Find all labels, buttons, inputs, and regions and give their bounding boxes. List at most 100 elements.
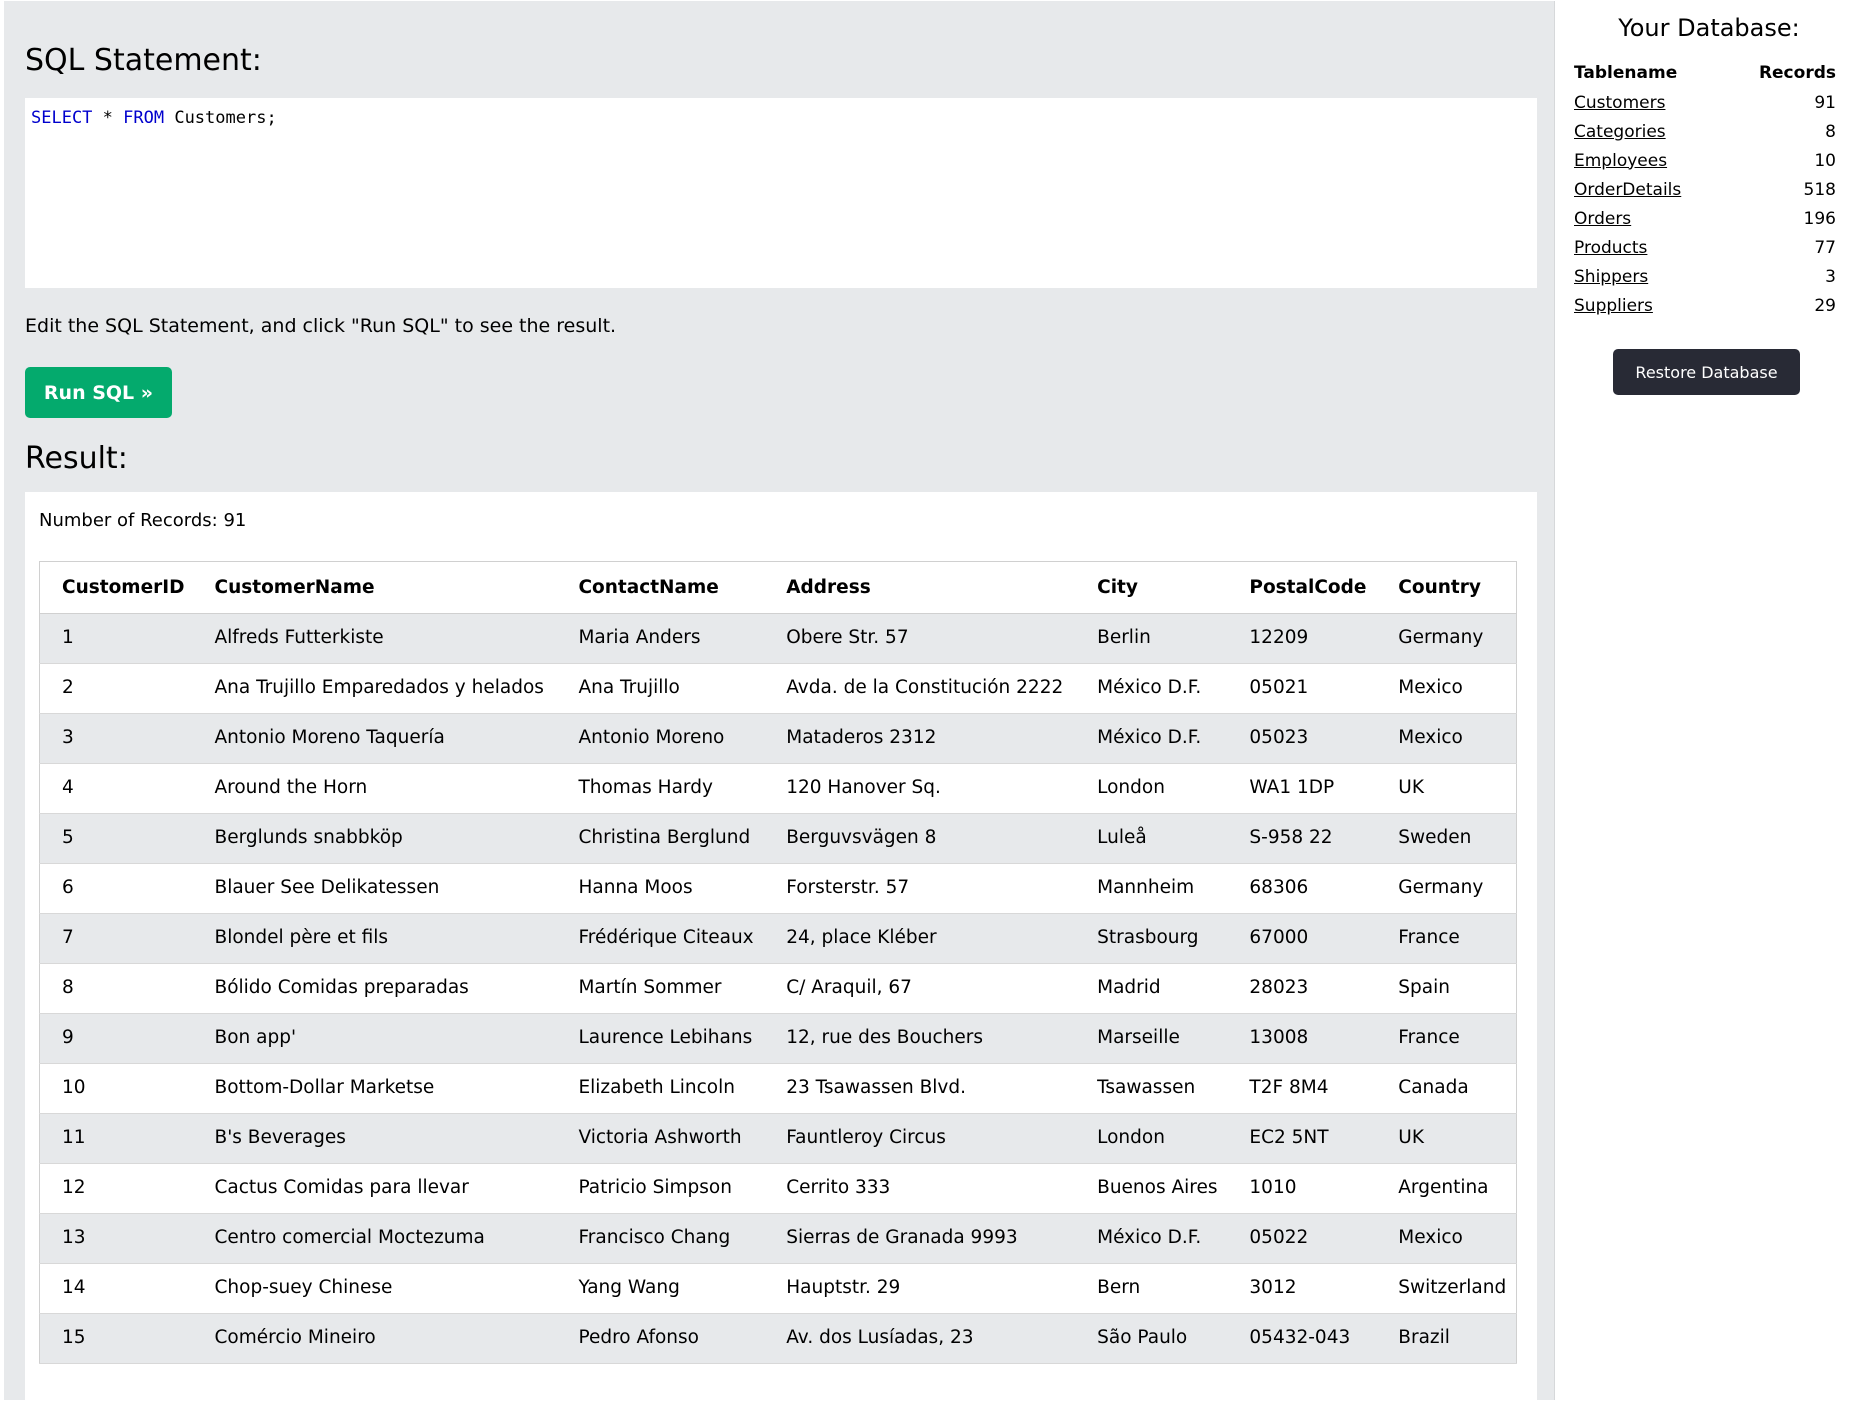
table-cell: Spain	[1376, 963, 1517, 1014]
database-title: Your Database:	[1618, 14, 1800, 42]
table-cell: Elizabeth Lincoln	[556, 1063, 765, 1114]
result-header-row: CustomerID CustomerName ContactName Address…	[39, 561, 1517, 614]
table-cell: 23 Tsawassen Blvd.	[764, 1063, 1076, 1114]
table-cell: 67000	[1227, 913, 1377, 964]
database-table-name-cell: Customers	[1574, 88, 1726, 117]
table-cell: EC2 5NT	[1227, 1113, 1377, 1164]
table-cell: Sierras de Granada 9993	[764, 1213, 1076, 1264]
table-cell: 10	[39, 1063, 193, 1114]
table-link-suppliers[interactable]: Suppliers	[1574, 296, 1653, 316]
table-cell: Hanna Moos	[556, 863, 765, 914]
table-row: 6 Blauer See Delikatessen Hanna Moos Forste…	[39, 863, 1517, 914]
result-heading: Result:	[25, 441, 128, 476]
run-sql-button[interactable]: Run SQL »	[25, 367, 172, 418]
table-cell: Marseille	[1075, 1013, 1228, 1064]
table-cell: México D.F.	[1075, 663, 1228, 714]
table-cell: Yang Wang	[556, 1263, 765, 1314]
table-cell: Martín Sommer	[556, 963, 765, 1014]
table-cell: Cactus Comidas para llevar	[192, 1163, 557, 1214]
table-cell: Antonio Moreno	[556, 713, 765, 764]
table-cell: France	[1376, 1013, 1517, 1064]
table-cell: 6	[39, 863, 193, 914]
table-cell: Tsawassen	[1075, 1063, 1228, 1114]
table-link-orders[interactable]: Orders	[1574, 209, 1631, 229]
tablename-header: Tablename	[1574, 63, 1678, 83]
column-header: PostalCode	[1227, 561, 1377, 614]
table-row: 7 Blondel père et fils Frédérique Citeaux 2…	[39, 913, 1517, 964]
database-row: Products 77	[1574, 233, 1836, 262]
table-link-products[interactable]: Products	[1574, 238, 1647, 258]
table-cell: B's Beverages	[192, 1113, 557, 1164]
column-header: ContactName	[556, 561, 765, 614]
table-cell: UK	[1376, 1113, 1517, 1164]
table-cell: 7	[39, 913, 193, 964]
database-record-count: 77	[1814, 237, 1836, 258]
table-cell: Madrid	[1075, 963, 1228, 1014]
table-cell: London	[1075, 1113, 1228, 1164]
sql-panel: SQL Statement: SELECT * FROM Customers; …	[4, 1, 1555, 1401]
table-cell: Forsterstr. 57	[764, 863, 1076, 914]
table-cell: Switzerland	[1376, 1263, 1517, 1314]
table-cell: 3012	[1227, 1263, 1377, 1314]
table-cell: São Paulo	[1075, 1313, 1228, 1364]
table-row: 9 Bon app' Laurence Lebihans 12, rue des Bo…	[39, 1013, 1517, 1064]
record-count: Number of Records: 91	[39, 510, 247, 531]
table-cell: UK	[1376, 763, 1517, 814]
database-record-count: 10	[1814, 150, 1836, 171]
table-cell: Laurence Lebihans	[556, 1013, 765, 1064]
table-row: 13 Centro comercial Moctezuma Francisco Ch…	[39, 1213, 1517, 1264]
restore-database-button[interactable]: Restore Database	[1613, 349, 1800, 395]
table-cell: Brazil	[1376, 1313, 1517, 1364]
table-link-shippers[interactable]: Shippers	[1574, 267, 1648, 287]
table-cell: Luleå	[1075, 813, 1228, 864]
table-cell: France	[1376, 913, 1517, 964]
table-cell: 11	[39, 1113, 193, 1164]
table-row: 12 Cactus Comidas para llevar Patricio Sim…	[39, 1163, 1517, 1214]
table-cell: Germany	[1376, 863, 1517, 914]
table-cell: Berglunds snabbköp	[192, 813, 557, 864]
table-cell: 05023	[1227, 713, 1377, 764]
table-cell: Thomas Hardy	[556, 763, 765, 814]
table-cell: 05022	[1227, 1213, 1377, 1264]
table-cell: 120 Hanover Sq.	[764, 763, 1076, 814]
table-cell: Comércio Mineiro	[192, 1313, 557, 1364]
table-cell: 5	[39, 813, 193, 864]
table-cell: WA1 1DP	[1227, 763, 1377, 814]
table-cell: Cerrito 333	[764, 1163, 1076, 1214]
table-cell: Mataderos 2312	[764, 713, 1076, 764]
database-row: Categories 8	[1574, 117, 1836, 146]
table-cell: 1010	[1227, 1163, 1377, 1214]
table-row: 4 Around the Horn Thomas Hardy 120 Hanover …	[39, 763, 1517, 814]
database-table-name-cell: Categories	[1574, 117, 1726, 146]
table-cell: Germany	[1376, 613, 1517, 664]
table-cell: Blondel père et fils	[192, 913, 557, 964]
table-cell: 15	[39, 1313, 193, 1364]
table-cell: 12, rue des Bouchers	[764, 1013, 1076, 1064]
table-cell: Bon app'	[192, 1013, 557, 1064]
database-header-row: Tablename Records	[1574, 58, 1836, 88]
table-cell: Chop-suey Chinese	[192, 1263, 557, 1314]
sql-editor[interactable]: SELECT * FROM Customers;	[25, 98, 1537, 288]
table-cell: Av. dos Lusíadas, 23	[764, 1313, 1076, 1364]
table-cell: 24, place Kléber	[764, 913, 1076, 964]
table-cell: Berguvsvägen 8	[764, 813, 1076, 864]
table-link-orderdetails[interactable]: OrderDetails	[1574, 180, 1681, 200]
table-cell: Mannheim	[1075, 863, 1228, 914]
database-table-list: Tablename Records Customers 91 Categories 8…	[1574, 58, 1836, 320]
table-link-employees[interactable]: Employees	[1574, 151, 1667, 171]
table-link-customers[interactable]: Customers	[1574, 93, 1665, 113]
table-cell: Pedro Afonso	[556, 1313, 765, 1364]
table-cell: Bólido Comidas preparadas	[192, 963, 557, 1014]
database-row: Employees 10	[1574, 146, 1836, 175]
table-cell: 13	[39, 1213, 193, 1264]
table-cell: Around the Horn	[192, 763, 557, 814]
table-cell: 4	[39, 763, 193, 814]
table-link-categories[interactable]: Categories	[1574, 122, 1666, 142]
table-cell: Canada	[1376, 1063, 1517, 1114]
table-cell: Fauntleroy Circus	[764, 1113, 1076, 1164]
table-cell: Christina Berglund	[556, 813, 765, 864]
database-table-name-cell: Orders	[1574, 204, 1726, 233]
table-row: 3 Antonio Moreno Taquería Antonio Moreno Ma…	[39, 713, 1517, 764]
table-cell: Argentina	[1376, 1163, 1517, 1214]
table-cell: Mexico	[1376, 663, 1517, 714]
